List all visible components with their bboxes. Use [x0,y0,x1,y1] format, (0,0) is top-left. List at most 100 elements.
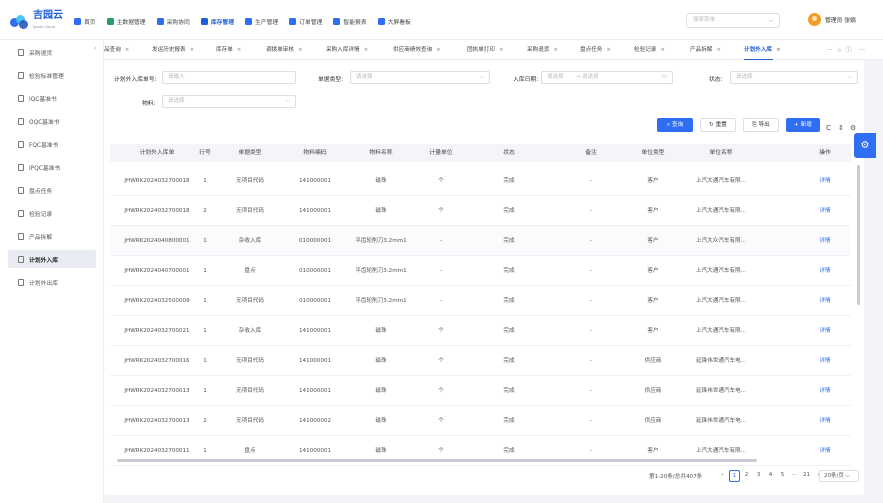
table-cell: 无项目代码 [236,418,264,424]
table-cell: 个 [438,208,444,214]
status-select[interactable]: 请选择 ⌵ [730,71,858,84]
tab[interactable]: 品查询 × [104,44,129,56]
sidebar-item[interactable]: IQC基准书 [8,89,96,107]
close-icon[interactable]: × [553,47,558,53]
close-icon[interactable]: × [364,47,369,53]
close-icon[interactable]: × [237,47,242,53]
add-button[interactable]: + 新增 [786,118,820,132]
order-no-label: 计划外入库单号: [114,77,157,83]
horizontal-scrollbar[interactable] [117,459,757,462]
query-button[interactable]: ⌕ 查询 [657,118,693,132]
sidebar-item[interactable]: 盘点任务 [8,181,96,199]
detail-link[interactable]: 详情 [819,256,830,286]
close-icon[interactable]: × [125,47,130,53]
table-cell: 盘点 [244,268,256,274]
menu-search-input[interactable]: 搜索菜单 ⌵ [686,13,780,28]
detail-link[interactable]: 详情 [819,166,830,196]
prev-page-icon[interactable]: ‹ [717,470,728,482]
date-range-picker[interactable]: 请选择 → 请选择 ▭ [541,71,673,84]
sidebar-item[interactable]: 检验标准管理 [8,66,96,84]
menu-item-5[interactable]: 订单管理 [289,15,322,27]
sidebar-item[interactable]: 计划外入库 [8,250,96,268]
page-number[interactable]: 5 [777,470,788,482]
table-row[interactable]: JHWRK2024032500009 1 无项目代码 010000001 平齿轮削刀3.… [110,286,851,316]
table-row[interactable]: JHWRK2024040700001 1 盘点 010000001 平齿轮削刀3.2mm… [110,256,851,286]
close-icon[interactable]: × [499,47,504,53]
detail-link[interactable]: 详情 [819,436,830,466]
sidebar-item[interactable]: 采购退货 [8,43,96,61]
page-number[interactable]: 3 [753,470,764,482]
detail-link[interactable]: 详情 [819,226,830,256]
close-icon[interactable]: × [436,47,441,53]
sidebar-item[interactable]: 产品拆解 [8,227,96,245]
table-row[interactable]: JHWRK2024032700013 1 无项目代码 141000001 磁珠 个 完成 - 供… [110,376,851,406]
close-icon[interactable]: × [298,47,303,53]
tab[interactable]: 团执单打印 × [467,44,504,56]
sidebar-item[interactable]: IPQC基准书 [8,158,96,176]
chevron-left-icon[interactable]: ‹ [94,45,96,52]
detail-link[interactable]: 详情 [819,316,830,346]
close-icon[interactable]: × [660,47,665,53]
doc-icon [18,163,24,171]
menu-item-1[interactable]: 主数据管理 [106,15,146,27]
table-row[interactable]: JHWRK2024032700021 1 杂收入库 141000001 磁珠 个 完成 - 客户… [110,316,851,346]
tab[interactable]: 计划外入库 × [744,44,781,60]
tab[interactable]: 供应商绩效查询 × [393,44,441,56]
tab[interactable]: 发运历史报表 × [152,44,194,56]
detail-link[interactable]: 详情 [819,406,830,436]
detail-link[interactable]: 详情 [819,346,830,376]
tab[interactable]: 库存单 × [216,44,241,56]
menu-item-3[interactable]: 库存管理 [200,15,234,27]
menu-item-7[interactable]: 大屏看板 [377,15,411,27]
table-row[interactable]: JHWRK2024032700013 2 无项目代码 141000002 磁珠 个 完成 - 供… [110,406,851,436]
material-select[interactable]: 请选择 ⌵ [162,95,296,108]
table-cell: JHWRK2024032700018 [124,208,190,214]
menu-item-2[interactable]: 采购协同 [156,15,190,27]
logo[interactable]: 吉园云 Jiyuan Cloud [10,11,63,32]
page-number[interactable]: 2 [741,470,752,482]
page-number[interactable]: ··· [789,470,800,482]
sidebar-item[interactable]: 计划外出库 [8,273,96,291]
sidebar-item[interactable]: 检验记录 [8,204,96,222]
tab[interactable]: 产品拆解 × [690,44,721,56]
menu-item-4[interactable]: 生产管理 [245,15,278,27]
table-row[interactable]: JHWRK2024040800001 1 杂收入库 010000001 平齿轮削刀3.2… [110,226,851,256]
detail-link[interactable]: 详情 [819,196,830,226]
menu-item-6[interactable]: 智能报表 [333,15,367,27]
page-number[interactable]: 4 [765,470,776,482]
table-row[interactable]: JHWRK2024032700018 1 无项目代码 141000001 磁珠 个 完成 - 客… [110,166,851,196]
tab[interactable]: 检验记录 × [634,44,665,56]
doc-icon [18,94,24,102]
table-row[interactable]: JHWRK2024032700016 1 无项目代码 141000001 磁珠 个 完成 - 供… [110,346,851,376]
reset-button[interactable]: ↻ 重置 [700,118,736,132]
date-end: 请选择 [582,74,599,80]
detail-link[interactable]: 详情 [819,286,830,316]
user-menu[interactable]: 管理员 张娟 [808,13,856,26]
tab[interactable]: 采购入库详情 × [326,44,368,56]
close-icon[interactable]: × [606,47,611,53]
close-icon[interactable]: × [776,47,781,53]
vertical-scrollbar[interactable] [857,165,860,305]
density-icon[interactable]: ⇕ [838,124,844,132]
reload-icon[interactable]: C [826,124,831,132]
detail-link[interactable]: 详情 [819,376,830,406]
type-select[interactable]: 请选择 ⌵ [350,71,490,84]
menu-item-0[interactable]: 首页 [74,15,96,27]
export-button[interactable]: ⎘ 导出 [743,118,779,132]
tab[interactable]: 采购退货 × [527,44,558,56]
settings-gear-icon[interactable]: ⚙ [850,124,856,132]
floating-settings-button[interactable]: ⚙ [854,133,876,158]
dashboard-icon [377,17,385,25]
tab[interactable]: 调拨单审核 × [266,44,303,56]
table-row[interactable]: JHWRK2024032700018 2 无项目代码 141000001 磁珠 个 完成 - 客… [110,196,851,226]
sidebar-item[interactable]: OQC基准书 [8,112,96,130]
page-number[interactable]: 1 [729,470,740,482]
page-size-select[interactable]: 20条/页 ⌵ [819,470,859,482]
close-icon[interactable]: × [190,47,195,53]
page-number[interactable]: 21 [801,470,812,482]
order-no-input[interactable]: 请输入 [162,71,296,84]
tab[interactable]: 盘点任务 × [580,44,611,56]
tab-tools[interactable]: ··· ☆ ⓘ ··· [827,45,865,54]
close-icon[interactable]: × [716,47,721,53]
sidebar-item[interactable]: FQC基准书 [8,135,96,153]
